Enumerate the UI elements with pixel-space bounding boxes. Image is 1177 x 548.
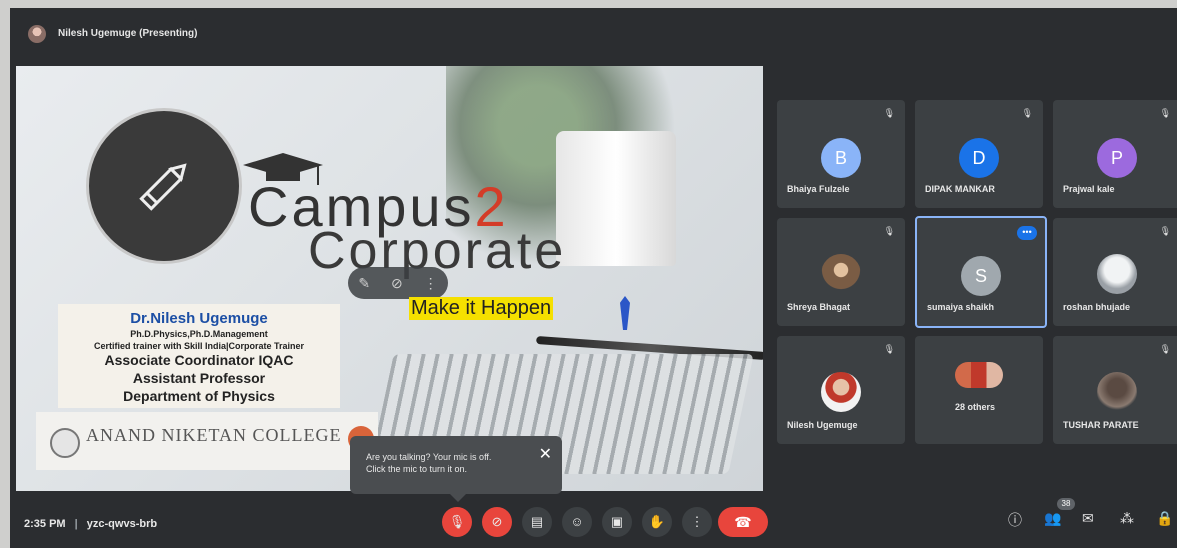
- bio-role-3: Department of Physics: [123, 388, 275, 404]
- mic-off-button[interactable]: 🎙: [442, 507, 472, 537]
- meeting-details-button[interactable]: ⓘ: [1008, 510, 1022, 530]
- college-name: ANAND NIKETAN COLLEGE: [86, 425, 342, 445]
- reactions-button[interactable]: ☺: [562, 507, 592, 537]
- mic-muted-icon: 🎙: [1159, 108, 1171, 118]
- participant-tile[interactable]: 🎙 Nilesh Ugemuge: [777, 336, 905, 444]
- mute-off-icon[interactable]: ⊘: [391, 275, 403, 292]
- top-bar: Nilesh Ugemuge (Presenting): [10, 8, 1177, 54]
- mic-muted-icon: 🎙: [1159, 344, 1171, 354]
- camera-off-button[interactable]: ⊘: [482, 507, 512, 537]
- avatar: [1097, 372, 1137, 412]
- presenter-bio-card: Dr.Nilesh Ugemuge Ph.D.Physics,Ph.D.Mana…: [58, 304, 340, 408]
- present-button[interactable]: ▣: [602, 507, 632, 537]
- phone-hangup-icon: ☎: [734, 514, 752, 530]
- mic-muted-icon: 🎙: [1159, 226, 1171, 236]
- participant-name: sumaiya shaikh: [927, 302, 995, 312]
- people-button[interactable]: 👥: [1044, 510, 1061, 527]
- participant-name: Prajwal kale: [1063, 184, 1115, 194]
- close-icon[interactable]: ✕: [539, 444, 552, 464]
- camera-off-icon: ⊘: [491, 514, 503, 529]
- emoji-icon: ☺: [570, 514, 584, 529]
- mic-muted-icon: 🎙: [883, 344, 895, 354]
- hand-icon: ✋: [648, 514, 666, 529]
- bio-role-2: Assistant Professor: [132, 370, 266, 386]
- others-count: 28 others: [955, 402, 996, 412]
- more-vert-icon: ⋮: [690, 514, 704, 529]
- avatar: D: [959, 138, 999, 178]
- mic-muted-icon: 🎙: [1021, 108, 1033, 118]
- mic-muted-icon: 🎙: [883, 108, 895, 118]
- host-controls-button[interactable]: 🔒: [1156, 510, 1173, 527]
- participant-name: TUSHAR PARATE: [1063, 420, 1139, 430]
- avatar: S: [961, 256, 1001, 296]
- meeting-info: 2:35 PM | yzc-qwvs-brb: [24, 518, 157, 530]
- mic-off-icon: 🎙: [448, 514, 466, 529]
- participant-name: DIPAK MANKAR: [925, 184, 995, 194]
- participant-tile[interactable]: 🎙 P Prajwal kale: [1053, 100, 1177, 208]
- people-count-badge: 38: [1057, 498, 1075, 510]
- tooltip-line-2: Click the mic to turn it on.: [366, 464, 468, 474]
- pin-icon[interactable]: ✎: [358, 275, 370, 292]
- presentation-slide: Campus2 Corporate ✎ ⊘ ⋮ Make it Happen D…: [16, 66, 763, 491]
- college-banner: ANAND NIKETAN COLLEGE: [36, 412, 378, 470]
- present-screen-icon: ▣: [610, 514, 624, 529]
- slide-hover-toolbar[interactable]: ✎ ⊘ ⋮: [348, 267, 448, 299]
- avatar: [1097, 254, 1137, 294]
- participant-tile-active[interactable]: ••• S sumaiya shaikh: [915, 216, 1047, 328]
- meet-window: Nilesh Ugemuge (Presenting) Campus2 Corp…: [10, 8, 1177, 548]
- tooltip-line-1: Are you talking? Your mic is off.: [366, 452, 492, 462]
- pencil-logo: [86, 108, 242, 264]
- captions-button[interactable]: ▤: [522, 507, 552, 537]
- leave-call-button[interactable]: ☎: [718, 507, 768, 537]
- avatar: P: [1097, 138, 1137, 178]
- info-icon: ⓘ: [1008, 512, 1022, 528]
- bio-role-1: Associate Coordinator IQAC: [104, 352, 294, 368]
- more-options-icon[interactable]: •••: [1017, 226, 1037, 240]
- presenter-label: Nilesh Ugemuge (Presenting): [58, 28, 198, 39]
- avatars-stack: [955, 362, 1003, 388]
- chat-icon: ✉: [1082, 510, 1094, 526]
- more-options-button[interactable]: ⋮: [682, 507, 712, 537]
- tagline: Make it Happen: [409, 297, 554, 320]
- avatar: [821, 254, 861, 294]
- participant-tile[interactable]: 🎙 B Bhaiya Fulzele: [777, 100, 905, 208]
- mic-off-tooltip: Are you talking? Your mic is off. Click …: [350, 436, 562, 502]
- bottom-control-bar: 2:35 PM | yzc-qwvs-brb 🎙 ⊘ ▤ ☺ ▣ ✋ ⋮ ☎ ⓘ…: [10, 498, 1177, 548]
- pencil-icon: [139, 163, 187, 211]
- bio-degrees: Ph.D.Physics,Ph.D.Management: [130, 329, 268, 339]
- participant-name: Bhaiya Fulzele: [787, 184, 850, 194]
- tie-icon: [620, 296, 630, 330]
- raise-hand-button[interactable]: ✋: [642, 507, 672, 537]
- avatar: B: [821, 138, 861, 178]
- separator: |: [74, 518, 78, 530]
- others-tile[interactable]: 28 others: [915, 336, 1043, 444]
- participant-name: Nilesh Ugemuge: [787, 420, 858, 430]
- lock-icon: 🔒: [1156, 510, 1174, 526]
- participant-tile[interactable]: 🎙 roshan bhujade: [1053, 218, 1177, 326]
- college-seal-icon: [50, 428, 80, 458]
- avatar: [821, 372, 861, 412]
- participant-tile[interactable]: 🎙 D DIPAK MANKAR: [915, 100, 1043, 208]
- participant-tile[interactable]: 🎙 TUSHAR PARATE: [1053, 336, 1177, 444]
- bio-trainer: Certified trainer with Skill India|Corpo…: [93, 341, 305, 351]
- meeting-code: yzc-qwvs-brb: [86, 518, 158, 530]
- campus2corporate-logo: Campus2 Corporate: [238, 151, 718, 281]
- chat-button[interactable]: ✉: [1082, 510, 1094, 527]
- activities-button[interactable]: ⁂: [1120, 510, 1134, 527]
- time-label: 2:35 PM: [24, 518, 66, 530]
- captions-icon: ▤: [530, 514, 544, 529]
- people-icon: 👥: [1044, 510, 1062, 526]
- mic-muted-icon: 🎙: [883, 226, 895, 236]
- presenter-avatar: [28, 25, 46, 43]
- participant-name: roshan bhujade: [1063, 302, 1131, 312]
- bio-name: Dr.Nilesh Ugemuge: [130, 310, 268, 327]
- activities-icon: ⁂: [1120, 510, 1134, 526]
- participant-name: Shreya Bhagat: [787, 302, 851, 312]
- participant-tile[interactable]: 🎙 Shreya Bhagat: [777, 218, 905, 326]
- more-options-icon[interactable]: ⋮: [424, 275, 438, 292]
